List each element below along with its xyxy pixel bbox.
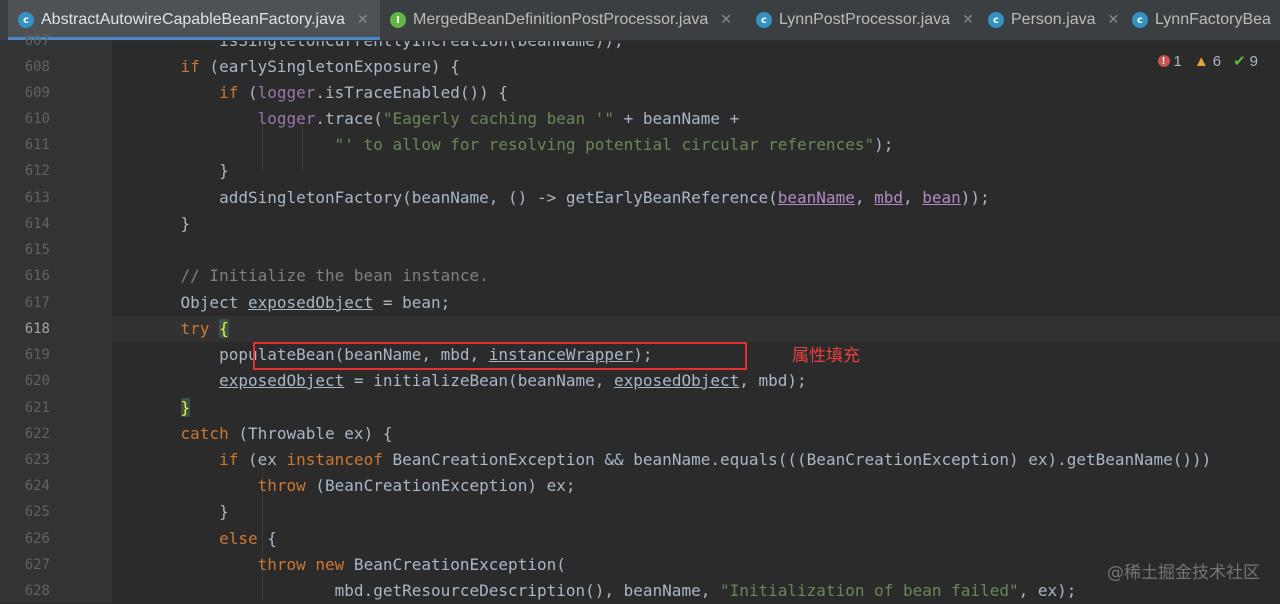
warning-count[interactable]: ▲ 6	[1194, 53, 1221, 70]
code-line: exposedObject = initializeBean(beanName,…	[219, 371, 807, 390]
code-line: addSingletonFactory(beanName, () -> getE…	[142, 188, 990, 207]
line-number: 613	[24, 190, 50, 206]
line-number: 626	[24, 531, 50, 547]
annotation-label: 属性填充	[792, 346, 860, 366]
close-icon[interactable]: ✕	[1108, 12, 1120, 28]
code-line: }	[142, 161, 229, 180]
line-number: 627	[24, 557, 50, 573]
line-number: 620	[24, 373, 50, 389]
code-line-current: try {	[112, 316, 1280, 342]
line-number: 609	[24, 85, 50, 101]
close-icon[interactable]: ✕	[357, 12, 369, 28]
code-editor[interactable]: isSingletonCurrentlyInCreation(beanName)…	[112, 41, 1280, 603]
error-count[interactable]: ! 1	[1157, 52, 1182, 70]
watermark: @稀土掘金技术社区	[1107, 563, 1260, 583]
tab-lynn-factory-bean[interactable]: c LynnFactoryBea	[1124, 0, 1280, 40]
code-line: if (ex instanceof BeanCreationException …	[219, 450, 1212, 469]
code-line: if (earlySingletonExposure) {	[180, 57, 460, 76]
class-icon: c	[1132, 12, 1148, 28]
inspection-widget[interactable]: ! 1 ▲ 6 ✔ 9	[1157, 52, 1258, 71]
code-line: catch (Throwable ex) {	[180, 424, 393, 443]
class-icon: c	[988, 12, 1004, 28]
tab-lynn-post-processor[interactable]: c LynnPostProcessor.java ✕	[750, 0, 978, 40]
line-number: 624	[24, 478, 50, 494]
line-number: 615	[24, 242, 50, 258]
line-number: 607	[24, 33, 50, 49]
line-number: 610	[24, 111, 50, 127]
tab-person[interactable]: c Person.java ✕	[978, 0, 1124, 40]
warning-icon: ▲	[1193, 52, 1209, 70]
code-line: // Initialize the bean instance.	[180, 266, 489, 285]
code-line: throw (BeanCreationException) ex;	[257, 476, 576, 495]
line-number: 623	[24, 452, 50, 468]
tab-merged-bean-definition-post-processor[interactable]: I MergedBeanDefinitionPostProcessor.java…	[380, 0, 750, 40]
tab-label: MergedBeanDefinitionPostProcessor.java	[413, 11, 709, 28]
code-line: Object exposedObject = bean;	[142, 293, 451, 312]
line-number: 616	[24, 268, 50, 284]
line-number: 608	[24, 59, 50, 75]
code-line: mbd.getResourceDescription(), beanName, …	[142, 581, 1077, 600]
code-line: }	[180, 398, 191, 417]
line-number: 617	[24, 295, 50, 311]
tab-label: LynnFactoryBea	[1155, 11, 1271, 28]
class-icon: c	[756, 12, 772, 28]
editor-gutter: 607 608 609 610 611 612 613 614 615 616 …	[0, 33, 112, 603]
code-line: isSingletonCurrentlyInCreation(beanName)…	[142, 41, 624, 54]
check-icon: ✔	[1233, 53, 1246, 70]
editor-tab-bar: c AbstractAutowireCapableBeanFactory.jav…	[0, 0, 1280, 41]
tab-abstract-autowire-capable-bean-factory[interactable]: c AbstractAutowireCapableBeanFactory.jav…	[8, 0, 380, 40]
line-number: 625	[24, 504, 50, 520]
error-count-value: 1	[1173, 52, 1182, 70]
line-number: 619	[24, 347, 50, 363]
close-icon[interactable]: ✕	[962, 12, 974, 28]
code-line: throw new BeanCreationException(	[257, 555, 566, 574]
highlight-box	[253, 342, 747, 370]
tab-label: AbstractAutowireCapableBeanFactory.java	[41, 11, 345, 28]
code-line: "' to allow for resolving potential circ…	[334, 135, 894, 154]
code-line: if (logger.isTraceEnabled()) {	[219, 83, 509, 102]
line-number: 621	[24, 400, 50, 416]
line-number: 611	[24, 137, 50, 153]
weak-warning-count[interactable]: ✔ 9	[1233, 52, 1258, 71]
close-icon[interactable]: ✕	[720, 12, 732, 28]
line-number: 612	[24, 163, 50, 179]
tab-label: LynnPostProcessor.java	[779, 11, 951, 28]
code-line: }	[142, 502, 229, 521]
class-icon: c	[18, 12, 34, 28]
line-number: 628	[24, 583, 50, 599]
warning-count-value: 6	[1212, 52, 1222, 70]
line-number-current: 618	[24, 321, 50, 337]
line-number: 622	[24, 426, 50, 442]
code-line: }	[142, 214, 191, 233]
code-line: else {	[219, 529, 277, 548]
tab-label: Person.java	[1011, 11, 1096, 28]
weak-warning-count-value: 9	[1249, 52, 1258, 70]
error-icon: !	[1157, 55, 1170, 67]
line-number: 614	[24, 216, 50, 232]
code-line: logger.trace("Eagerly caching bean '" + …	[257, 109, 740, 128]
interface-icon: I	[390, 12, 406, 28]
